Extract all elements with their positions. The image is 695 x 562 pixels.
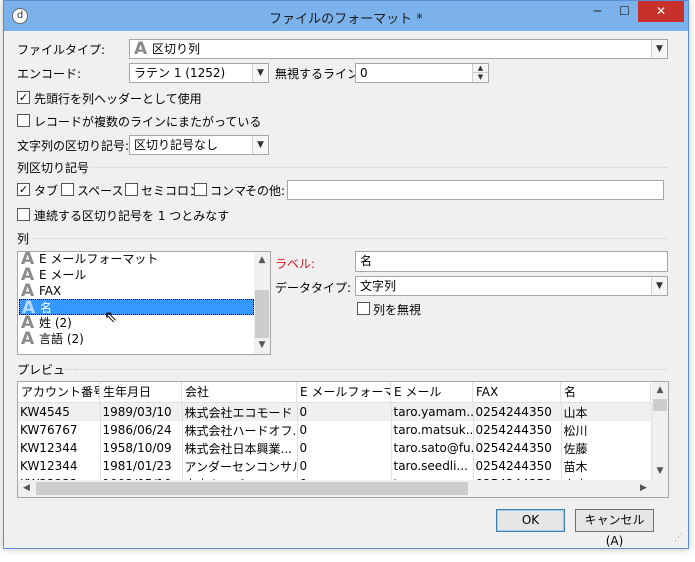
minimize-button[interactable]: ─ (584, 1, 611, 22)
column-header[interactable]: 生年月日 (100, 382, 182, 403)
text-delimiter-label: 文字列の区切り記号: (17, 139, 130, 153)
multiline-label: レコードが複数のラインにまたがっている (34, 115, 262, 129)
datatype-label: データタイプ: (275, 281, 352, 295)
scroll-right-icon[interactable]: ▶ (635, 480, 652, 497)
list-item[interactable]: AE メール (19, 267, 254, 284)
header-row-label: 先頭行を列ヘッダーとして使用 (34, 92, 202, 106)
scroll-thumb[interactable] (255, 290, 269, 338)
comma-label: コンマ (210, 184, 247, 198)
column-header[interactable]: E メールフォーマット (297, 382, 391, 403)
scroll-corner (652, 480, 668, 497)
column-delimiter-group-label: 列区切り記号 (17, 161, 90, 175)
text-delimiter-dropdown[interactable]: 区切り記号なし ▼ (129, 135, 269, 155)
scroll-thumb[interactable] (653, 399, 667, 411)
list-item-selected[interactable]: A名 (19, 299, 254, 317)
scroll-down-icon[interactable]: ▼ (254, 337, 270, 354)
other-label: その他: (245, 184, 286, 198)
columns-list[interactable]: AE メールフォーマット AE メール A FAX A名 A姓 (2) A 言語 (… (17, 251, 271, 355)
chevron-down-icon: ▼ (252, 64, 268, 82)
column-header[interactable]: 名 (561, 382, 651, 403)
column-header[interactable]: FAX (473, 382, 561, 403)
ignore-lines-label: 無視するライン: (275, 67, 364, 81)
preview-grid[interactable]: アカウント番号 生年月日 会社 E メールフォーマット E メール FAX 名 … (17, 381, 669, 498)
column-header[interactable]: アカウント番号 (18, 382, 100, 403)
chevron-down-icon: ▼ (252, 136, 268, 154)
encoding-value: ラテン 1 (1252) (134, 66, 226, 80)
close-button[interactable]: ✕ (638, 1, 684, 22)
file-type-dropdown[interactable]: A 区切り列 ▼ (129, 39, 668, 59)
scroll-down-icon[interactable]: ▼ (652, 463, 668, 480)
scroll-up-icon[interactable]: ▲ (652, 382, 668, 399)
text-type-icon: A (21, 329, 35, 349)
ignore-lines-spinner[interactable]: 0 ▲ ▼ (355, 63, 489, 83)
title-bar[interactable]: d ファイルのフォーマット * ─ ☐ ✕ (4, 1, 688, 31)
file-type-value: 区切り列 (152, 42, 201, 56)
consecutive-checkbox[interactable] (17, 208, 30, 221)
space-label: スペース (77, 184, 124, 198)
columns-group-label: 列 (17, 232, 30, 246)
consecutive-label: 連続する区切り記号を 1 つとみなす (34, 209, 230, 223)
text-type-icon: A (21, 281, 35, 301)
table-row[interactable]: KW123441981/01/23アンダーセンコンサル...0taro.seed… (18, 457, 652, 475)
group-divider (92, 167, 668, 168)
scroll-up-icon[interactable]: ▲ (254, 252, 270, 269)
semicolon-label: セミコロン (141, 184, 202, 198)
list-item[interactable]: A FAX (19, 281, 254, 301)
ok-button[interactable]: OK (496, 509, 565, 532)
column-label-label: ラベル: (275, 257, 316, 271)
file-format-dialog: d ファイルのフォーマット * ─ ☐ ✕ ファイルタイプ: A 区切り列 ▼ エ… (3, 0, 689, 549)
semicolon-checkbox[interactable] (125, 183, 138, 196)
column-header[interactable]: 会社 (182, 382, 297, 403)
preview-header-row: アカウント番号 生年月日 会社 E メールフォーマット E メール FAX 名 (18, 382, 651, 403)
group-divider (64, 369, 668, 370)
comma-checkbox[interactable] (194, 183, 207, 196)
ignore-column-label: 列を無視 (373, 303, 422, 317)
datatype-value: 文字列 (360, 279, 397, 293)
encoding-dropdown[interactable]: ラテン 1 (1252) ▼ (129, 63, 269, 83)
spin-down-icon[interactable]: ▼ (472, 73, 488, 82)
list-item[interactable]: A姓 (2) (19, 315, 254, 332)
scroll-thumb[interactable] (36, 482, 468, 495)
datatype-dropdown[interactable]: 文字列 ▼ (355, 276, 668, 296)
preview-hscrollbar[interactable]: ◀ ▶ (18, 480, 652, 497)
header-row-checkbox[interactable]: ✓ (17, 91, 30, 104)
text-type-icon: A (134, 39, 148, 59)
list-item[interactable]: AE メールフォーマット (19, 252, 254, 268)
table-row[interactable]: KW76767 1986/06/24 株式会社ハードオフ... 0 taro.matsu… (18, 421, 652, 439)
list-item[interactable]: A 言語 (2) (19, 329, 254, 349)
maximize-button[interactable]: ☐ (611, 1, 638, 22)
mouse-cursor-icon: ⇖ (104, 307, 118, 326)
table-row[interactable]: KW4545 1989/03/10 株式会社エコモード 0 taro.yamam... 0… (18, 403, 652, 421)
resize-grip-icon[interactable]: ⋰ (674, 533, 683, 543)
space-checkbox[interactable] (61, 183, 74, 196)
column-label-input[interactable]: 名 (355, 251, 668, 272)
scroll-left-icon[interactable]: ◀ (18, 480, 35, 497)
columns-scrollbar[interactable]: ▲ ▼ (254, 252, 270, 354)
tab-label: タブ (34, 184, 59, 198)
chevron-down-icon: ▼ (651, 40, 667, 58)
multiline-checkbox[interactable] (17, 114, 30, 127)
spin-up-icon[interactable]: ▲ (472, 64, 488, 73)
encoding-label: エンコード: (17, 67, 82, 81)
file-type-label: ファイルタイプ: (17, 43, 106, 57)
other-delimiter-input[interactable] (287, 180, 664, 200)
ignore-column-checkbox[interactable] (357, 302, 370, 315)
table-row[interactable]: KW12344 1958/10/09 株式会社日本興業... 0 taro.sato@f… (18, 439, 652, 457)
column-header[interactable]: E メール (391, 382, 473, 403)
cancel-button[interactable]: キャンセル(A) (575, 509, 654, 548)
tab-checkbox[interactable]: ✓ (17, 183, 30, 196)
text-delimiter-value: 区切り記号なし (134, 138, 219, 152)
group-divider (32, 238, 668, 239)
preview-vscrollbar[interactable]: ▲ ▼ (652, 382, 668, 480)
ignore-lines-value: 0 (360, 66, 368, 80)
chevron-down-icon: ▼ (651, 277, 667, 295)
